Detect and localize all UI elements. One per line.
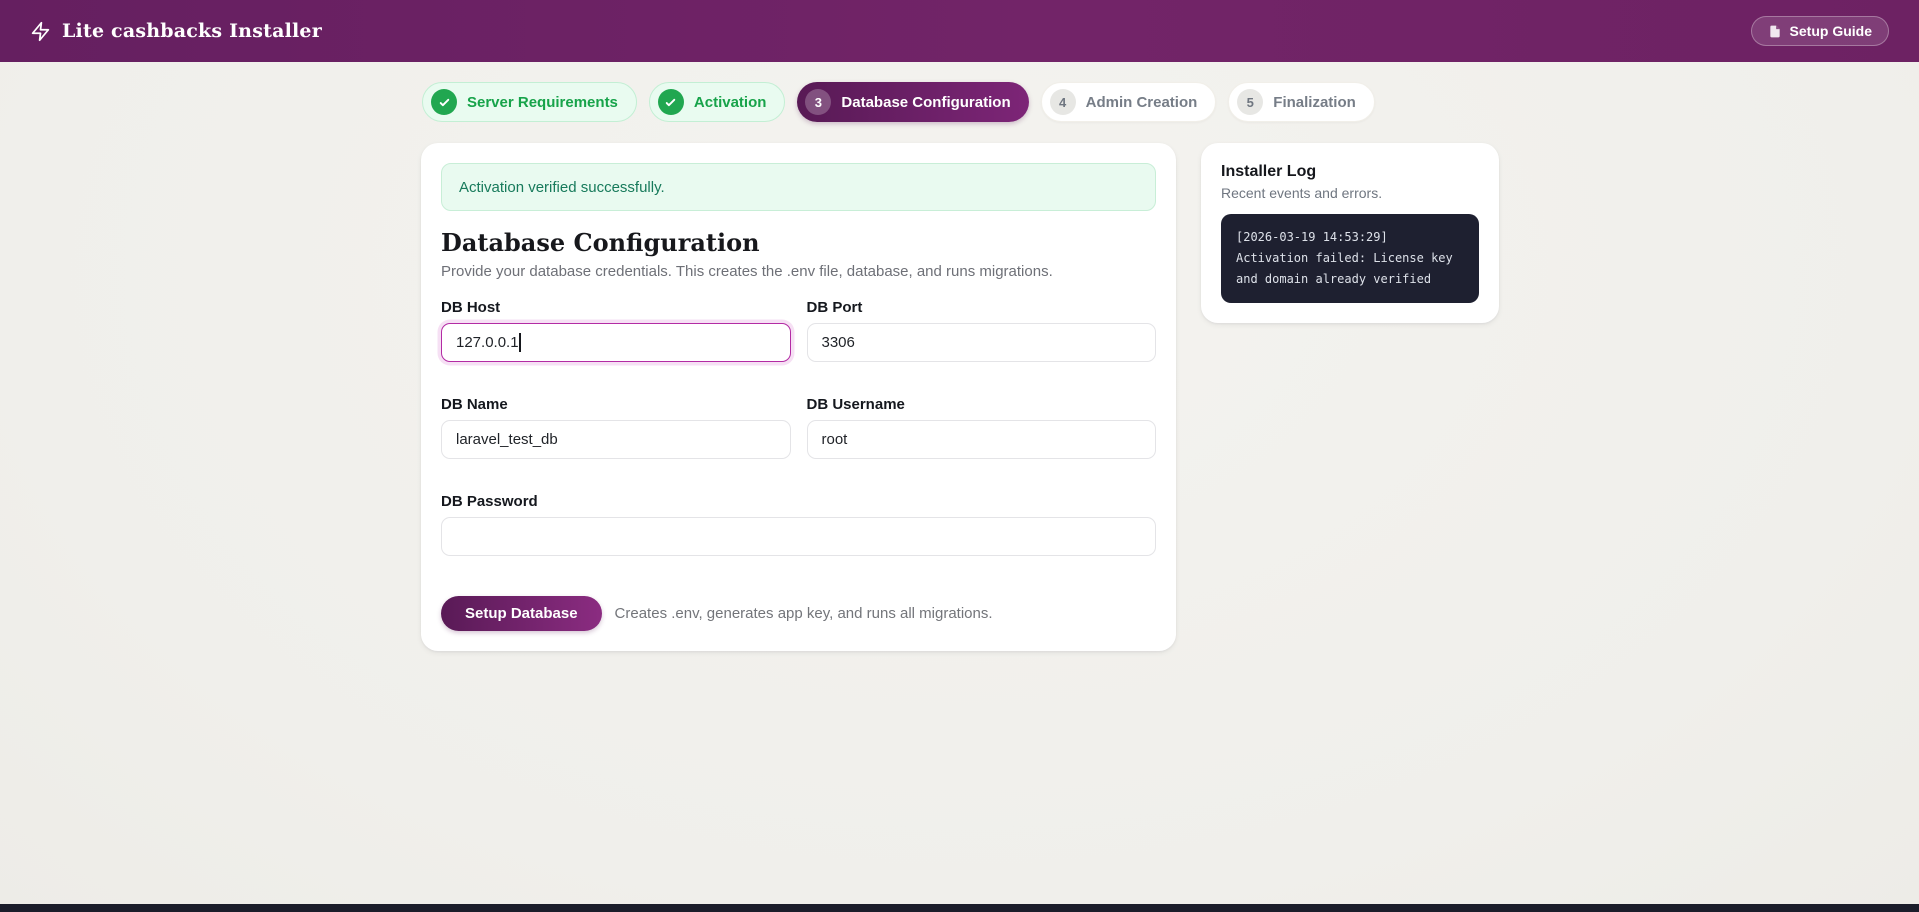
step-admin-creation[interactable]: 4 Admin Creation xyxy=(1040,82,1217,122)
success-alert: Activation verified successfully. xyxy=(441,163,1156,211)
text-cursor xyxy=(519,333,521,352)
field-db-name: DB Name xyxy=(441,396,791,459)
step-database-configuration[interactable]: 3 Database Configuration xyxy=(797,82,1029,122)
app-title: Lite cashbacks Installer xyxy=(62,20,322,42)
step-label: Admin Creation xyxy=(1085,93,1198,111)
setup-guide-button[interactable]: Setup Guide xyxy=(1750,16,1889,46)
setup-database-button[interactable]: Setup Database xyxy=(441,596,602,631)
database-form: DB Host DB Port DB Name DB Username xyxy=(441,299,1156,556)
zap-icon xyxy=(30,21,51,42)
db-port-label: DB Port xyxy=(806,299,863,316)
db-host-label: DB Host xyxy=(441,299,501,316)
field-db-username: DB Username xyxy=(806,396,1156,459)
step-number: 5 xyxy=(1237,89,1264,115)
install-stepper: Server Requirements Activation 3 Databas… xyxy=(422,82,1919,122)
setup-guide-label: Setup Guide xyxy=(1789,23,1872,39)
step-number: 4 xyxy=(1049,89,1076,115)
log-output: [2026-03-19 14:53:29] Activation failed:… xyxy=(1221,214,1479,303)
db-name-input[interactable] xyxy=(441,420,791,459)
field-db-port: DB Port xyxy=(806,299,1156,362)
page-subtitle: Provide your database credentials. This … xyxy=(441,263,1053,280)
step-finalization[interactable]: 5 Finalization xyxy=(1228,82,1375,122)
db-port-input[interactable] xyxy=(806,323,1156,362)
bottom-bar xyxy=(0,904,1919,912)
step-server-requirements[interactable]: Server Requirements xyxy=(422,82,637,122)
db-name-label: DB Name xyxy=(441,396,508,413)
installer-log-subtitle: Recent events and errors. xyxy=(1221,185,1383,201)
step-label: Finalization xyxy=(1273,93,1356,111)
database-configuration-card: Activation verified successfully. Databa… xyxy=(421,143,1176,651)
document-icon xyxy=(1768,24,1782,39)
app-header: Lite cashbacks Installer Setup Guide xyxy=(0,0,1919,62)
brand: Lite cashbacks Installer xyxy=(30,20,322,42)
success-alert-text: Activation verified successfully. xyxy=(459,178,665,196)
field-db-host: DB Host xyxy=(441,299,791,362)
db-password-input[interactable] xyxy=(441,517,1156,556)
db-host-input[interactable] xyxy=(441,323,791,362)
step-label: Database Configuration xyxy=(841,93,1011,111)
step-label: Activation xyxy=(693,93,767,111)
step-activation[interactable]: Activation xyxy=(648,82,786,122)
db-password-label: DB Password xyxy=(441,493,538,510)
check-icon xyxy=(431,89,457,115)
db-username-label: DB Username xyxy=(806,396,905,413)
check-icon xyxy=(657,89,684,115)
setup-database-help-text: Creates .env, generates app key, and run… xyxy=(614,605,993,622)
page-title: Database Configuration xyxy=(441,228,760,257)
field-db-password: DB Password xyxy=(441,493,1156,556)
installer-log-title: Installer Log xyxy=(1221,163,1317,180)
db-username-input[interactable] xyxy=(806,420,1156,459)
installer-log-card: Installer Log Recent events and errors. … xyxy=(1201,143,1499,323)
step-number: 3 xyxy=(805,89,832,115)
step-label: Server Requirements xyxy=(467,93,618,111)
